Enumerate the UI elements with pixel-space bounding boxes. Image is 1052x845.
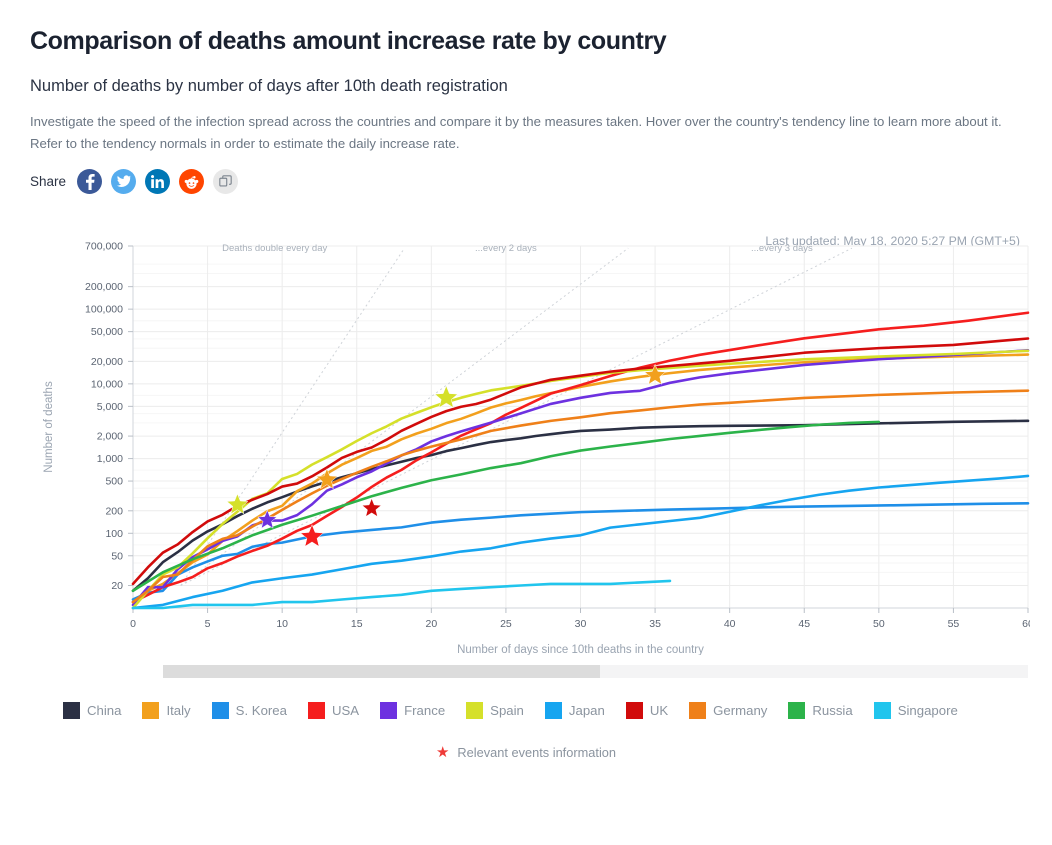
y-tick-label: 10,000 xyxy=(91,379,123,391)
page-subtitle: Number of deaths by number of days after… xyxy=(30,77,508,95)
legend-item-usa[interactable]: USA xyxy=(307,702,360,720)
reddit-icon xyxy=(184,175,199,189)
legend-swatch xyxy=(788,702,806,720)
legend-item-russia[interactable]: Russia xyxy=(788,702,853,720)
page-title: Comparison of deaths amount increase rat… xyxy=(30,27,667,55)
legend-item-uk[interactable]: UK xyxy=(625,702,669,720)
x-tick-label: 35 xyxy=(649,618,661,630)
facebook-icon xyxy=(85,173,95,190)
legend-item-s-korea[interactable]: S. Korea xyxy=(211,702,287,720)
legend-item-japan[interactable]: Japan xyxy=(544,702,605,720)
doubling-guide-label: Deaths double every day xyxy=(222,243,327,254)
x-tick-label: 25 xyxy=(500,618,512,630)
legend-label: Japan xyxy=(568,703,605,719)
x-tick-label: 0 xyxy=(130,618,136,630)
x-tick-label: 45 xyxy=(798,618,810,630)
y-tick-label: 700,000 xyxy=(85,241,123,253)
x-tick-label: 20 xyxy=(425,618,437,630)
copy-link-button[interactable] xyxy=(213,169,239,195)
x-tick-label: 30 xyxy=(575,618,587,630)
legend-swatch xyxy=(689,702,707,720)
legend-swatch xyxy=(380,702,398,720)
y-tick-label: 20 xyxy=(111,580,123,592)
x-tick-label: 50 xyxy=(873,618,885,630)
x-axis-title: Number of days since 10th deaths in the … xyxy=(457,644,704,655)
linkedin-icon xyxy=(151,175,165,189)
legend-swatch xyxy=(63,702,80,720)
legend-label: Germany xyxy=(713,703,768,719)
share-label: Share xyxy=(30,174,67,190)
linkedin-share-button[interactable] xyxy=(145,169,171,195)
y-tick-label: 200 xyxy=(105,506,123,518)
doubling-guide-label: ...every 3 days xyxy=(751,243,813,254)
legend-swatch xyxy=(307,702,325,720)
legend-label: France xyxy=(404,703,446,719)
legend-label: Singapore xyxy=(897,703,958,719)
chart-container: Deaths double every day ...every 2 days..… xyxy=(30,230,1030,655)
chart-legend: China Italy S. Korea USA France Spain Japan UK G… xyxy=(63,702,1022,720)
page-root: Comparison of deaths amount increase rat… xyxy=(0,26,1052,845)
legend-label: Italy xyxy=(166,703,191,719)
x-tick-label: 55 xyxy=(948,618,960,630)
legend-item-italy[interactable]: Italy xyxy=(142,702,191,720)
legend-swatch xyxy=(625,702,643,720)
facebook-share-button[interactable] xyxy=(77,169,103,195)
x-tick-label: 10 xyxy=(276,618,288,630)
legend-item-spain[interactable]: Spain xyxy=(466,702,524,720)
legend-swatch xyxy=(211,702,229,720)
legend-item-singapore[interactable]: Singapore xyxy=(873,702,958,720)
legend-swatch xyxy=(873,702,891,720)
legend-label: Russia xyxy=(812,703,853,719)
y-tick-label: 200,000 xyxy=(85,281,123,293)
legend-item-china[interactable]: China xyxy=(63,702,122,720)
legend-item-germany[interactable]: Germany xyxy=(689,702,768,720)
y-tick-label: 1,000 xyxy=(97,453,123,465)
y-tick-label: 5,000 xyxy=(97,401,123,413)
legend-label: USA xyxy=(331,703,360,719)
copy-icon xyxy=(219,175,232,187)
legend-swatch xyxy=(142,702,160,720)
y-tick-label: 50 xyxy=(111,551,123,563)
twitter-share-button[interactable] xyxy=(111,169,137,195)
reddit-share-button[interactable] xyxy=(179,169,205,195)
doubling-guide-label: ...every 2 days xyxy=(475,243,537,254)
deaths-line-chart[interactable]: Deaths double every day ...every 2 days..… xyxy=(30,230,1030,655)
y-tick-label: 50,000 xyxy=(91,326,123,338)
chart-horizontal-scrollbar[interactable] xyxy=(163,665,1028,679)
legend-label: S. Korea xyxy=(235,703,287,719)
events-footnote-label: Relevant events information xyxy=(457,745,617,761)
star-icon: ★ xyxy=(435,744,450,762)
y-tick-label: 2,000 xyxy=(97,431,123,443)
legend-swatch xyxy=(544,702,562,720)
legend-label: China xyxy=(87,703,122,719)
x-tick-label: 5 xyxy=(205,618,211,630)
legend-label: UK xyxy=(649,703,669,719)
twitter-icon xyxy=(116,175,132,188)
scrollbar-thumb[interactable] xyxy=(163,665,600,679)
legend-item-france[interactable]: France xyxy=(380,702,446,720)
y-axis-title: Number of deaths xyxy=(43,381,55,473)
legend-swatch xyxy=(466,702,484,720)
events-footnote: ★ Relevant events information xyxy=(30,745,1022,760)
y-tick-label: 500 xyxy=(105,476,123,488)
x-tick-label: 40 xyxy=(724,618,736,630)
y-tick-label: 100 xyxy=(105,528,123,540)
legend-label: Spain xyxy=(490,703,524,719)
share-row: Share xyxy=(30,169,1022,195)
x-tick-label: 60 xyxy=(1022,618,1030,630)
x-tick-label: 15 xyxy=(351,618,363,630)
page-description: Investigate the speed of the infection s… xyxy=(30,114,1002,151)
y-tick-label: 20,000 xyxy=(91,356,123,368)
y-tick-label: 100,000 xyxy=(85,304,123,316)
